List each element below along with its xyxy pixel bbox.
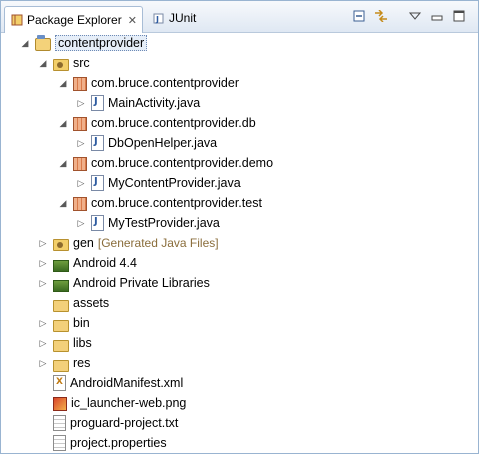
tree-item-label: com.bruce.contentprovider.db: [91, 116, 256, 130]
tree-item-file[interactable]: project.properties: [37, 433, 167, 453]
collapsed-arrow-icon[interactable]: ▷: [75, 177, 87, 189]
expanded-arrow-icon[interactable]: ◢: [57, 197, 69, 209]
svg-text:J: J: [155, 15, 159, 24]
junit-icon: J: [153, 12, 165, 24]
tree-item-folder[interactable]: ▷ libs: [37, 333, 92, 353]
expanded-arrow-icon[interactable]: ◢: [57, 117, 69, 129]
collapsed-arrow-icon[interactable]: ▷: [37, 317, 49, 329]
tree-item-label: src: [73, 56, 90, 70]
tree-item-folder[interactable]: ▷ res: [37, 353, 90, 373]
tree-item-java-file[interactable]: ▷ MyContentProvider.java: [75, 173, 241, 193]
tree-item-label: gen: [73, 236, 94, 250]
link-with-editor-icon[interactable]: [374, 9, 388, 23]
tree-item-package[interactable]: ◢ com.bruce.contentprovider: [57, 73, 239, 93]
maximize-icon[interactable]: [452, 9, 466, 23]
tree-item-folder[interactable]: assets: [37, 293, 109, 313]
tree-item-label: project.properties: [70, 436, 167, 450]
folder-icon: [53, 300, 69, 312]
tree-item-java-file[interactable]: ▷ DbOpenHelper.java: [75, 133, 217, 153]
tree-item-label: com.bruce.contentprovider: [91, 76, 239, 90]
tree-item-src[interactable]: ◢ src: [37, 53, 90, 73]
tree-item-label: com.bruce.contentprovider.test: [91, 196, 262, 210]
expanded-arrow-icon[interactable]: ◢: [57, 157, 69, 169]
tree-item-label: assets: [73, 296, 110, 310]
tree-item-file[interactable]: proguard-project.txt: [37, 413, 178, 433]
tab-label: Package Explorer: [27, 13, 122, 27]
view-menu-icon[interactable]: [408, 9, 422, 23]
collapsed-arrow-icon[interactable]: ▷: [37, 277, 49, 289]
tree-item-gen[interactable]: ▷ gen [Generated Java Files]: [37, 233, 219, 253]
folder-icon: [53, 360, 69, 372]
view-tab-bar: Package Explorer ✕ J JUnit: [1, 1, 478, 33]
tree-item-decoration: [Generated Java Files]: [97, 236, 219, 250]
minimize-icon[interactable]: [430, 9, 444, 23]
text-file-icon: [53, 415, 66, 431]
tree-item-label: proguard-project.txt: [70, 416, 179, 430]
tree-item-file[interactable]: ic_launcher-web.png: [37, 393, 186, 413]
package-icon: [73, 77, 87, 91]
package-icon: [73, 157, 87, 171]
project-icon: [35, 34, 51, 51]
tree-item-java-file[interactable]: ▷ MainActivity.java: [75, 93, 200, 113]
tree-item-project[interactable]: ◢ contentprovider: [19, 33, 148, 53]
java-file-icon: [91, 95, 104, 111]
library-icon: [53, 260, 69, 272]
tree-item-label: contentprovider: [55, 35, 148, 51]
collapsed-arrow-icon[interactable]: ▷: [75, 217, 87, 229]
collapsed-arrow-icon[interactable]: ▷: [37, 237, 49, 249]
folder-icon: [53, 340, 69, 352]
tree-item-label: com.bruce.contentprovider.demo: [91, 156, 274, 170]
tree-item-label: MyContentProvider.java: [108, 176, 241, 190]
image-file-icon: [53, 397, 67, 411]
tree-item-label: AndroidManifest.xml: [70, 376, 184, 390]
close-icon[interactable]: ✕: [128, 14, 137, 27]
library-icon: [53, 280, 69, 292]
package-icon: [73, 117, 87, 131]
expanded-arrow-icon[interactable]: ◢: [37, 57, 49, 69]
java-file-icon: [91, 215, 104, 231]
tree-item-package[interactable]: ◢ com.bruce.contentprovider.db: [57, 113, 256, 133]
collapsed-arrow-icon[interactable]: ▷: [37, 257, 49, 269]
xml-file-icon: [53, 375, 66, 391]
view-toolbar: [352, 9, 466, 23]
folder-icon: [53, 320, 69, 332]
tree-item-label: Android Private Libraries: [73, 276, 210, 290]
tree-item-file[interactable]: AndroidManifest.xml: [37, 373, 183, 393]
tree-item-label: DbOpenHelper.java: [108, 136, 218, 150]
collapsed-arrow-icon[interactable]: ▷: [75, 137, 87, 149]
tree-item-label: libs: [73, 336, 92, 350]
project-tree: ◢ contentprovider ◢ src ◢ com.bruce.cont…: [1, 32, 478, 453]
tree-item-label: MyTestProvider.java: [108, 216, 220, 230]
source-folder-icon: [53, 239, 69, 251]
tree-item-package[interactable]: ◢ com.bruce.contentprovider.test: [57, 193, 262, 213]
tree-item-java-file[interactable]: ▷ MyTestProvider.java: [75, 213, 220, 233]
tab-label: JUnit: [169, 11, 197, 25]
java-file-icon: [91, 175, 104, 191]
expanded-arrow-icon[interactable]: ◢: [19, 37, 31, 49]
tree-item-library[interactable]: ▷ Android Private Libraries: [37, 273, 210, 293]
expanded-arrow-icon[interactable]: ◢: [57, 77, 69, 89]
tree-item-label: Android 4.4: [73, 256, 137, 270]
package-icon: [73, 197, 87, 211]
collapsed-arrow-icon[interactable]: ▷: [75, 97, 87, 109]
package-explorer-icon: [11, 14, 23, 26]
tab-package-explorer[interactable]: Package Explorer ✕: [4, 6, 143, 33]
package-explorer-view: Package Explorer ✕ J JUnit ◢ contentprov…: [0, 0, 479, 454]
text-file-icon: [53, 435, 66, 451]
source-folder-icon: [53, 59, 69, 71]
tree-item-folder[interactable]: ▷ bin: [37, 313, 90, 333]
tree-item-label: bin: [73, 316, 90, 330]
collapse-all-icon[interactable]: [352, 9, 366, 23]
tree-item-library[interactable]: ▷ Android 4.4: [37, 253, 137, 273]
tree-item-label: res: [73, 356, 91, 370]
collapsed-arrow-icon[interactable]: ▷: [37, 357, 49, 369]
tree-item-package[interactable]: ◢ com.bruce.contentprovider.demo: [57, 153, 273, 173]
tree-item-label: ic_launcher-web.png: [71, 396, 187, 410]
collapsed-arrow-icon[interactable]: ▷: [37, 337, 49, 349]
tree-item-label: MainActivity.java: [108, 96, 201, 110]
tab-junit[interactable]: J JUnit: [147, 5, 207, 31]
java-file-icon: [91, 135, 104, 151]
